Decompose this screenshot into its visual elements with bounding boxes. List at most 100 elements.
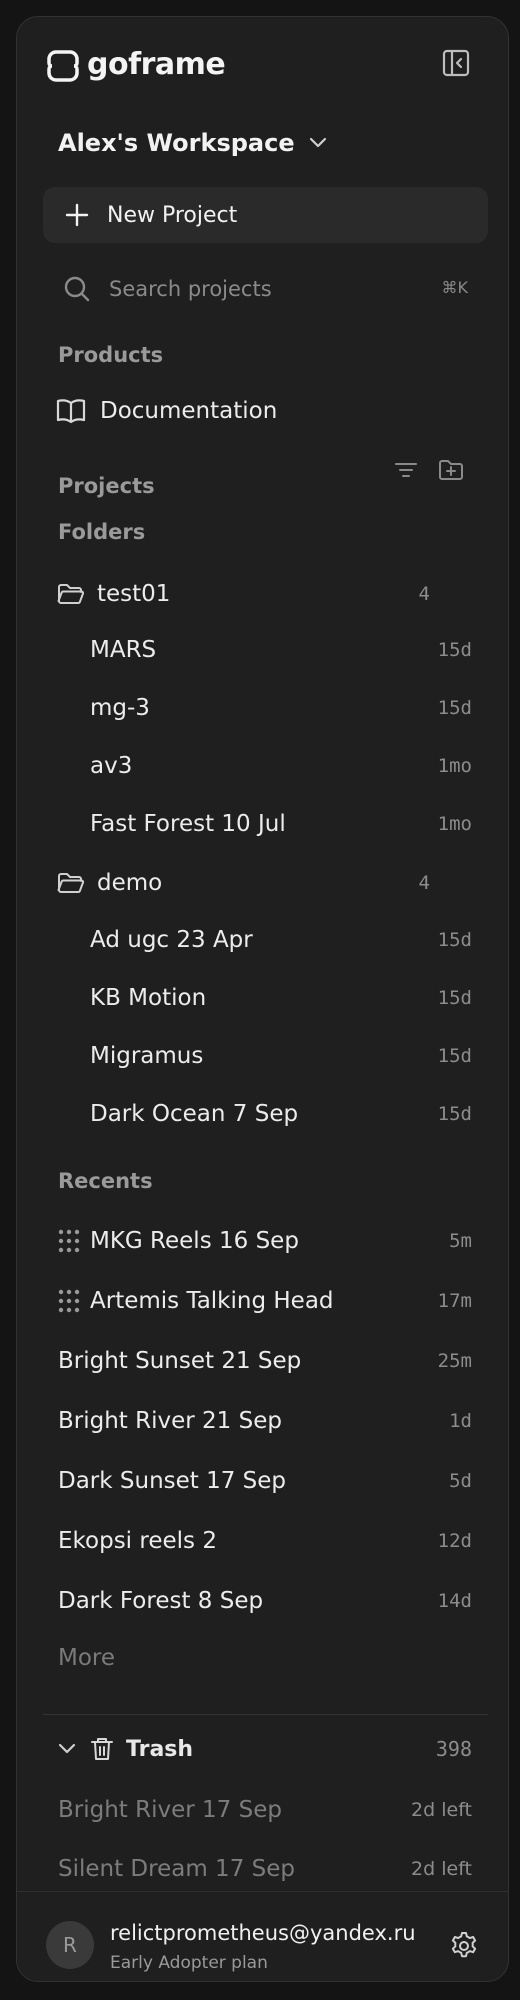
recent-name: Artemis Talking Head (90, 1288, 334, 1314)
recent-name: Dark Sunset 17 Sep (58, 1468, 287, 1494)
folder-row[interactable]: demo 4 (43, 858, 488, 908)
user-plan: Early Adopter plan (110, 1953, 268, 1973)
recent-age: 1d (449, 1410, 472, 1432)
project-name: MARS (90, 637, 157, 663)
project-row[interactable]: KB Motion 15d (43, 973, 488, 1023)
project-row[interactable]: av3 1mo (43, 741, 488, 791)
trash-item[interactable]: Silent Dream 17 Sep 2d left (43, 1844, 488, 1894)
search-icon (64, 276, 90, 302)
collapse-sidebar-button[interactable] (441, 48, 471, 78)
folder-name: test01 (97, 581, 171, 607)
project-name: Ad ugc 23 Apr (90, 927, 253, 953)
sidebar-collapse-icon (442, 49, 470, 77)
settings-button[interactable] (449, 1931, 479, 1961)
recent-name: Bright River 21 Sep (58, 1408, 282, 1434)
folder-plus-icon (439, 460, 463, 480)
recent-age: 5m (449, 1230, 472, 1252)
recent-age: 17m (437, 1290, 472, 1312)
recent-row[interactable]: Artemis Talking Head 17m (43, 1276, 488, 1326)
project-name: Dark Ocean 7 Sep (90, 1101, 299, 1127)
brand-name: goframe (87, 47, 226, 82)
project-row[interactable]: Dark Ocean 7 Sep 15d (43, 1089, 488, 1139)
project-age: 1mo (437, 755, 472, 777)
recent-name: Bright Sunset 21 Sep (58, 1348, 302, 1374)
new-project-label: New Project (107, 202, 238, 228)
recent-row[interactable]: Bright Sunset 21 Sep 25m (43, 1336, 488, 1386)
project-age: 15d (437, 929, 472, 951)
folder-name: demo (97, 870, 163, 896)
new-project-button[interactable]: New Project (43, 187, 488, 243)
folder-icon (57, 871, 85, 895)
trash-toggle[interactable]: Trash 398 (58, 1731, 488, 1767)
folders-heading: Folders (58, 520, 146, 544)
chevron-down-icon (309, 137, 326, 148)
recent-row[interactable]: MKG Reels 16 Sep 5m (43, 1216, 488, 1266)
products-heading: Products (58, 343, 164, 367)
drag-handle-icon[interactable] (58, 1229, 80, 1253)
workspace-switcher[interactable]: Alex's Workspace (58, 129, 327, 157)
recents-heading: Recents (58, 1169, 153, 1193)
trash-item-remaining: 2d left (411, 1799, 472, 1821)
trash-item-name: Silent Dream 17 Sep (58, 1856, 295, 1882)
recent-row[interactable]: Ekopsi reels 2 12d (43, 1516, 488, 1566)
project-age: 1mo (437, 813, 472, 835)
project-row[interactable]: Migramus 15d (43, 1031, 488, 1081)
drag-handle-icon[interactable] (58, 1289, 80, 1313)
user-email: relictprometheus@yandex.ru (110, 1921, 416, 1945)
recent-row[interactable]: Dark Sunset 17 Sep 5d (43, 1456, 488, 1506)
footer-divider (17, 1891, 508, 1892)
folder-count: 4 (418, 872, 430, 894)
recent-row[interactable]: Bright River 21 Sep 1d (43, 1396, 488, 1446)
recent-age: 14d (437, 1590, 472, 1612)
chevron-down-icon (58, 1743, 76, 1754)
plus-icon (65, 203, 89, 227)
project-age: 15d (437, 639, 472, 661)
trash-item-name: Bright River 17 Sep (58, 1797, 282, 1823)
project-name: av3 (90, 753, 133, 779)
project-age: 15d (437, 987, 472, 1009)
recent-name: Ekopsi reels 2 (58, 1528, 217, 1554)
gear-icon (451, 1932, 477, 1958)
recent-age: 25m (437, 1350, 472, 1372)
project-name: mg-3 (90, 695, 150, 721)
documentation-label: Documentation (100, 398, 278, 424)
folder-row[interactable]: test01 4 (43, 569, 488, 619)
logo-icon (47, 50, 79, 82)
sidebar: goframe Alex's Workspace New Project ⌘K … (16, 16, 509, 1982)
recent-row[interactable]: Dark Forest 8 Sep 14d (43, 1576, 488, 1626)
search-bar[interactable]: ⌘K (43, 265, 488, 313)
projects-heading: Projects (58, 474, 155, 498)
project-age: 15d (437, 1045, 472, 1067)
folder-icon (57, 582, 85, 606)
workspace-name: Alex's Workspace (58, 129, 295, 157)
project-row[interactable]: mg-3 15d (43, 683, 488, 733)
projects-actions (393, 457, 465, 483)
trash-item-remaining: 2d left (411, 1858, 472, 1880)
avatar[interactable]: R (46, 1921, 94, 1969)
recent-name: MKG Reels 16 Sep (90, 1228, 299, 1254)
folder-count: 4 (418, 583, 430, 605)
project-name: Migramus (90, 1043, 204, 1069)
new-folder-button[interactable] (437, 457, 465, 483)
search-input[interactable] (107, 276, 421, 302)
project-name: Fast Forest 10 Jul (90, 811, 286, 837)
trash-label: Trash (126, 1736, 194, 1762)
project-age: 15d (437, 1103, 472, 1125)
more-link[interactable]: More (58, 1645, 115, 1671)
filter-icon (395, 463, 417, 477)
project-age: 15d (437, 697, 472, 719)
project-name: KB Motion (90, 985, 207, 1011)
recent-name: Dark Forest 8 Sep (58, 1588, 264, 1614)
recent-age: 5d (449, 1470, 472, 1492)
divider (43, 1714, 488, 1715)
trash-item[interactable]: Bright River 17 Sep 2d left (43, 1785, 488, 1835)
project-row[interactable]: Fast Forest 10 Jul 1mo (43, 799, 488, 849)
sidebar-item-documentation[interactable]: Documentation (56, 397, 277, 425)
trash-icon (91, 1738, 113, 1760)
filter-button[interactable] (393, 457, 419, 483)
project-row[interactable]: MARS 15d (43, 625, 488, 675)
search-shortcut: ⌘K (441, 278, 469, 297)
project-row[interactable]: Ad ugc 23 Apr 15d (43, 915, 488, 965)
recent-age: 12d (437, 1530, 472, 1552)
trash-count: 398 (435, 1737, 472, 1761)
